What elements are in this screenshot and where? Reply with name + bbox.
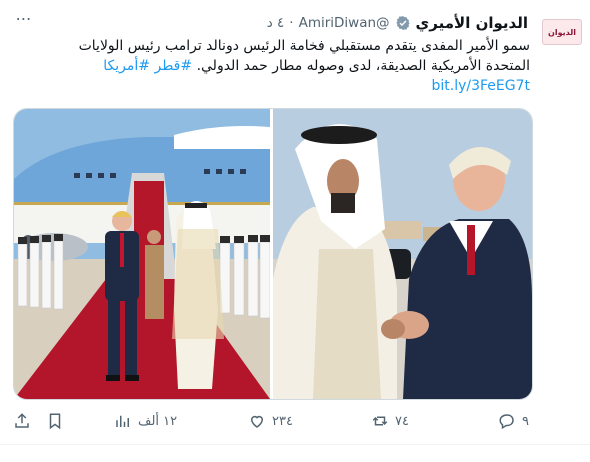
retweet-button[interactable]: ٧٤ <box>371 406 409 436</box>
reply-count: ٩ <box>522 413 529 429</box>
avatar-label: الديوان <box>548 27 576 37</box>
views-icon <box>116 415 129 427</box>
verified-badge-icon <box>395 16 410 30</box>
more-options-icon[interactable]: ⋯ <box>13 8 35 28</box>
views-count: ١٢ ألف <box>138 413 178 429</box>
tweet-text: سمو الأمير المفدى يتقدم مستقبلي فخامة ال… <box>50 36 530 76</box>
bookmark-button[interactable] <box>46 406 64 436</box>
avatar[interactable]: الديوان <box>542 19 582 45</box>
tweet-actions: ١٢ ألف ٢٣٤ ٧٤ ٩ <box>0 406 590 436</box>
photo-airport-arrival[interactable] <box>14 109 270 399</box>
tweet-time[interactable]: ٤ د <box>267 15 285 31</box>
share-icon <box>15 413 29 428</box>
like-button[interactable]: ٢٣٤ <box>248 406 293 436</box>
author-handle[interactable]: @AmiriDiwan <box>299 15 390 31</box>
hashtag-qatar[interactable]: #قطر <box>154 58 192 74</box>
tweet-media[interactable] <box>13 108 533 400</box>
divider <box>0 444 590 445</box>
reply-icon <box>499 414 514 430</box>
like-count: ٢٣٤ <box>272 413 293 429</box>
retweet-count: ٧٤ <box>395 413 409 429</box>
author-name[interactable]: الديوان الأميري <box>416 14 528 32</box>
hashtag-america[interactable]: #أمريكا <box>103 58 150 74</box>
bookmark-icon <box>49 413 61 430</box>
tweet-header: الديوان الأميري @AmiriDiwan · ٤ د <box>267 13 528 33</box>
like-icon <box>250 415 264 428</box>
views-button[interactable]: ١٢ ألف <box>114 406 177 436</box>
photo-handshake[interactable] <box>273 109 532 399</box>
separator-dot: · <box>289 15 294 31</box>
share-button[interactable] <box>13 406 31 436</box>
reply-button[interactable]: ٩ <box>498 406 529 436</box>
tweet-link[interactable]: bit.ly/3FeEG7t <box>431 78 530 94</box>
retweet-icon <box>372 416 388 426</box>
